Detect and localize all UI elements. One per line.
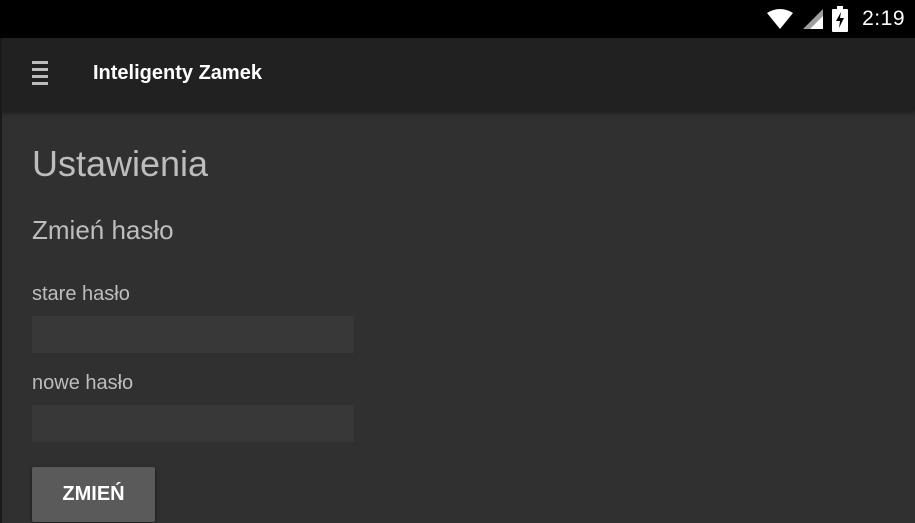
new-password-field[interactable] — [32, 405, 354, 442]
old-password-label: stare hasło — [32, 283, 130, 305]
old-password-field[interactable] — [32, 316, 354, 353]
status-bar: 2:19 — [0, 0, 915, 38]
new-password-label: nowe hasło — [32, 372, 134, 394]
app-title: Inteligenty Zamek — [93, 62, 262, 84]
status-time: 2:19 — [862, 7, 905, 30]
hamburger-menu-icon — [32, 60, 48, 90]
section-title: Zmień hasło — [32, 215, 174, 245]
window-edge — [0, 38, 2, 523]
change-password-button[interactable]: ZMIEŃ — [32, 467, 155, 522]
battery-charging-icon — [832, 6, 849, 32]
app-bar: Inteligenty Zamek — [0, 38, 915, 111]
cell-signal-icon — [802, 8, 824, 30]
menu-button[interactable] — [24, 60, 56, 90]
page-title: Ustawienia — [32, 143, 209, 184]
app-screen: 2:19 Inteligenty Zamek Ustawienia Zmień … — [0, 0, 915, 523]
wifi-icon — [766, 8, 794, 30]
